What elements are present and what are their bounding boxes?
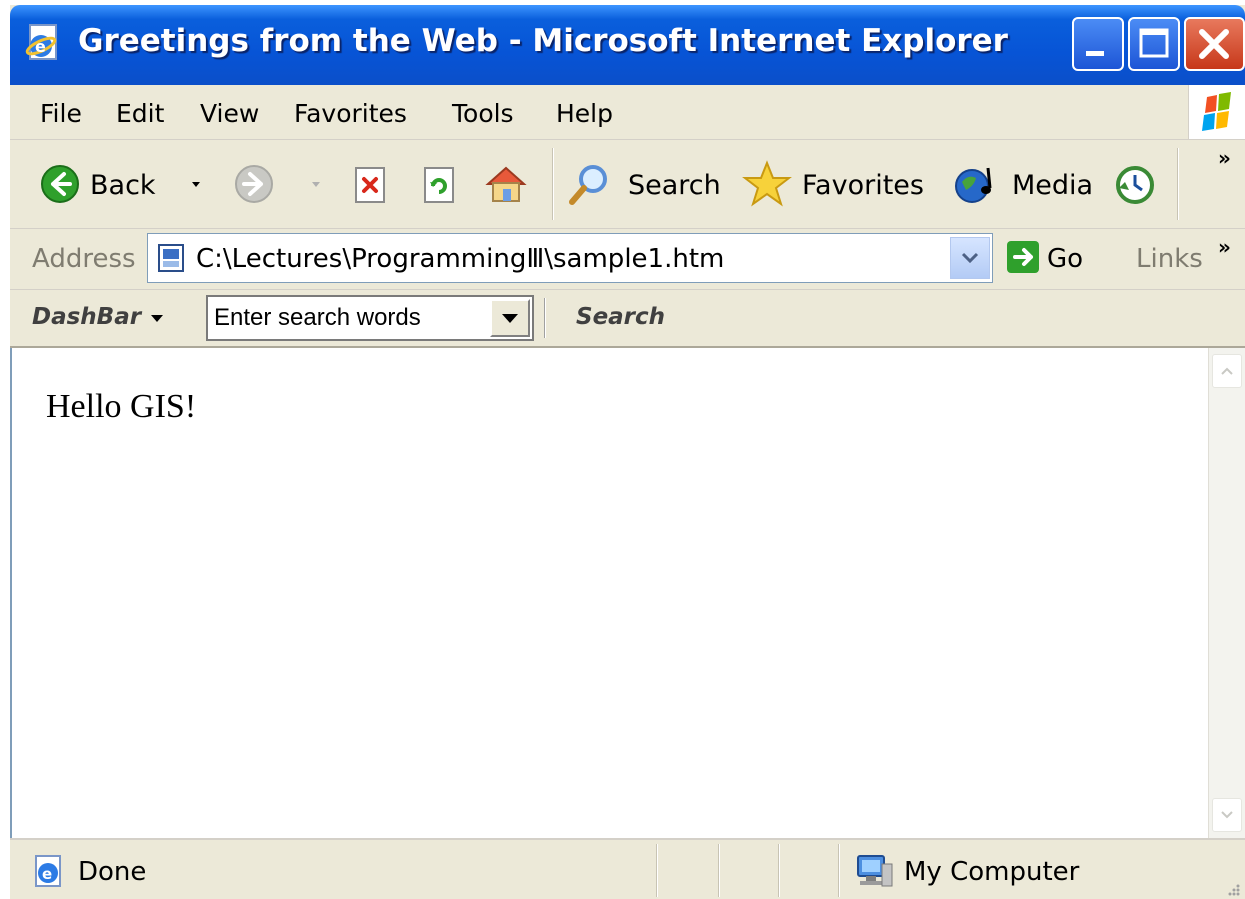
page-file-icon bbox=[158, 244, 184, 272]
ie-page-icon: e bbox=[35, 855, 61, 887]
refresh-icon[interactable] bbox=[422, 166, 458, 204]
favorites-star-icon[interactable] bbox=[742, 160, 792, 208]
ie-page-icon: e bbox=[25, 24, 57, 60]
chevron-down-icon bbox=[1221, 811, 1233, 819]
status-pane-divider bbox=[656, 844, 658, 897]
dashbar-menu[interactable]: DashBar bbox=[32, 304, 165, 330]
page-text: Hello GIS! bbox=[46, 388, 197, 425]
back-arrow-icon[interactable] bbox=[40, 164, 80, 204]
menu-view[interactable]: View bbox=[200, 99, 259, 128]
dashbar-search-button[interactable]: Search bbox=[576, 304, 665, 330]
maximize-icon bbox=[1139, 28, 1169, 58]
address-url: C:\Lectures\ProgrammingⅢ\sample1.htm bbox=[196, 244, 725, 274]
svg-text:e: e bbox=[42, 865, 52, 883]
my-computer-icon bbox=[857, 855, 893, 887]
scroll-up-button[interactable] bbox=[1212, 354, 1242, 388]
status-pane-divider bbox=[718, 844, 720, 897]
media-icon[interactable] bbox=[954, 164, 1000, 206]
dashbar-separator bbox=[544, 298, 546, 338]
menu-favorites[interactable]: Favorites bbox=[294, 99, 407, 128]
menu-tools[interactable]: Tools bbox=[452, 99, 514, 128]
minimize-button[interactable] bbox=[1072, 17, 1124, 71]
stop-icon[interactable] bbox=[353, 166, 389, 204]
dashbar-search-text: Enter search words bbox=[214, 304, 421, 331]
dashbar-search-dropdown[interactable] bbox=[490, 299, 530, 337]
menu-edit[interactable]: Edit bbox=[116, 99, 164, 128]
chevron-down-icon bbox=[961, 252, 979, 264]
address-label: Address bbox=[32, 244, 136, 274]
maximize-button[interactable] bbox=[1128, 17, 1180, 71]
status-bar: e Done My Computer bbox=[10, 838, 1245, 899]
back-button[interactable]: Back bbox=[90, 170, 156, 201]
menu-file[interactable]: File bbox=[40, 99, 82, 128]
standard-toolbar: Back Search Favorites Media » bbox=[10, 140, 1245, 229]
address-input[interactable]: C:\Lectures\ProgrammingⅢ\sample1.htm bbox=[147, 233, 993, 283]
status-pane-divider bbox=[778, 844, 780, 897]
history-icon[interactable] bbox=[1114, 164, 1156, 206]
window-title: Greetings from the Web - Microsoft Inter… bbox=[78, 23, 1008, 59]
address-dropdown-button[interactable] bbox=[950, 237, 990, 279]
status-text: Done bbox=[78, 857, 147, 887]
media-button[interactable]: Media bbox=[1012, 170, 1093, 201]
dashbar-brand: DashBar bbox=[32, 304, 142, 330]
menu-bar: File Edit View Favorites Tools Help bbox=[10, 85, 1245, 140]
close-button[interactable] bbox=[1184, 17, 1245, 71]
forward-arrow-icon[interactable] bbox=[234, 164, 274, 204]
favorites-button[interactable]: Favorites bbox=[802, 170, 924, 201]
forward-history-dropdown-icon[interactable] bbox=[310, 180, 322, 190]
windows-flag-icon bbox=[1202, 92, 1231, 131]
dashbar-dropdown-icon bbox=[151, 315, 164, 322]
toolbar-separator bbox=[552, 148, 554, 220]
dashbar-search-input[interactable]: Enter search words bbox=[206, 295, 534, 341]
resize-grip-icon[interactable] bbox=[1225, 881, 1241, 897]
home-icon[interactable] bbox=[484, 162, 528, 206]
svg-text:e: e bbox=[35, 37, 46, 56]
toolbar-separator bbox=[1177, 148, 1179, 220]
status-pane-divider bbox=[838, 844, 840, 897]
minimize-icon bbox=[1086, 51, 1104, 56]
go-button[interactable]: Go bbox=[1047, 244, 1083, 274]
page-content[interactable]: Hello GIS! bbox=[10, 348, 1208, 838]
security-zone-label: My Computer bbox=[904, 857, 1080, 887]
links-overflow-chevron[interactable]: » bbox=[1218, 235, 1231, 259]
browser-window: e Greetings from the Web - Microsoft Int… bbox=[10, 5, 1245, 899]
chevron-up-icon bbox=[1221, 367, 1233, 375]
go-arrow-icon[interactable] bbox=[1007, 241, 1039, 273]
chevron-down-icon bbox=[502, 314, 518, 323]
address-bar: Address C:\Lectures\ProgrammingⅢ\sample1… bbox=[10, 229, 1245, 290]
links-label[interactable]: Links bbox=[1136, 244, 1203, 274]
toolbar-overflow-chevron[interactable]: » bbox=[1218, 146, 1231, 170]
menu-help[interactable]: Help bbox=[556, 99, 613, 128]
search-button[interactable]: Search bbox=[628, 170, 721, 201]
back-history-dropdown-icon[interactable] bbox=[190, 180, 202, 190]
vertical-scrollbar[interactable] bbox=[1208, 348, 1245, 838]
windows-logo bbox=[1188, 85, 1245, 139]
close-icon bbox=[1199, 29, 1229, 59]
dashbar-toolbar: DashBar Enter search words Search bbox=[10, 290, 1245, 348]
scroll-down-button[interactable] bbox=[1212, 798, 1242, 832]
search-icon[interactable] bbox=[566, 162, 612, 208]
title-bar[interactable]: e Greetings from the Web - Microsoft Int… bbox=[10, 5, 1245, 85]
